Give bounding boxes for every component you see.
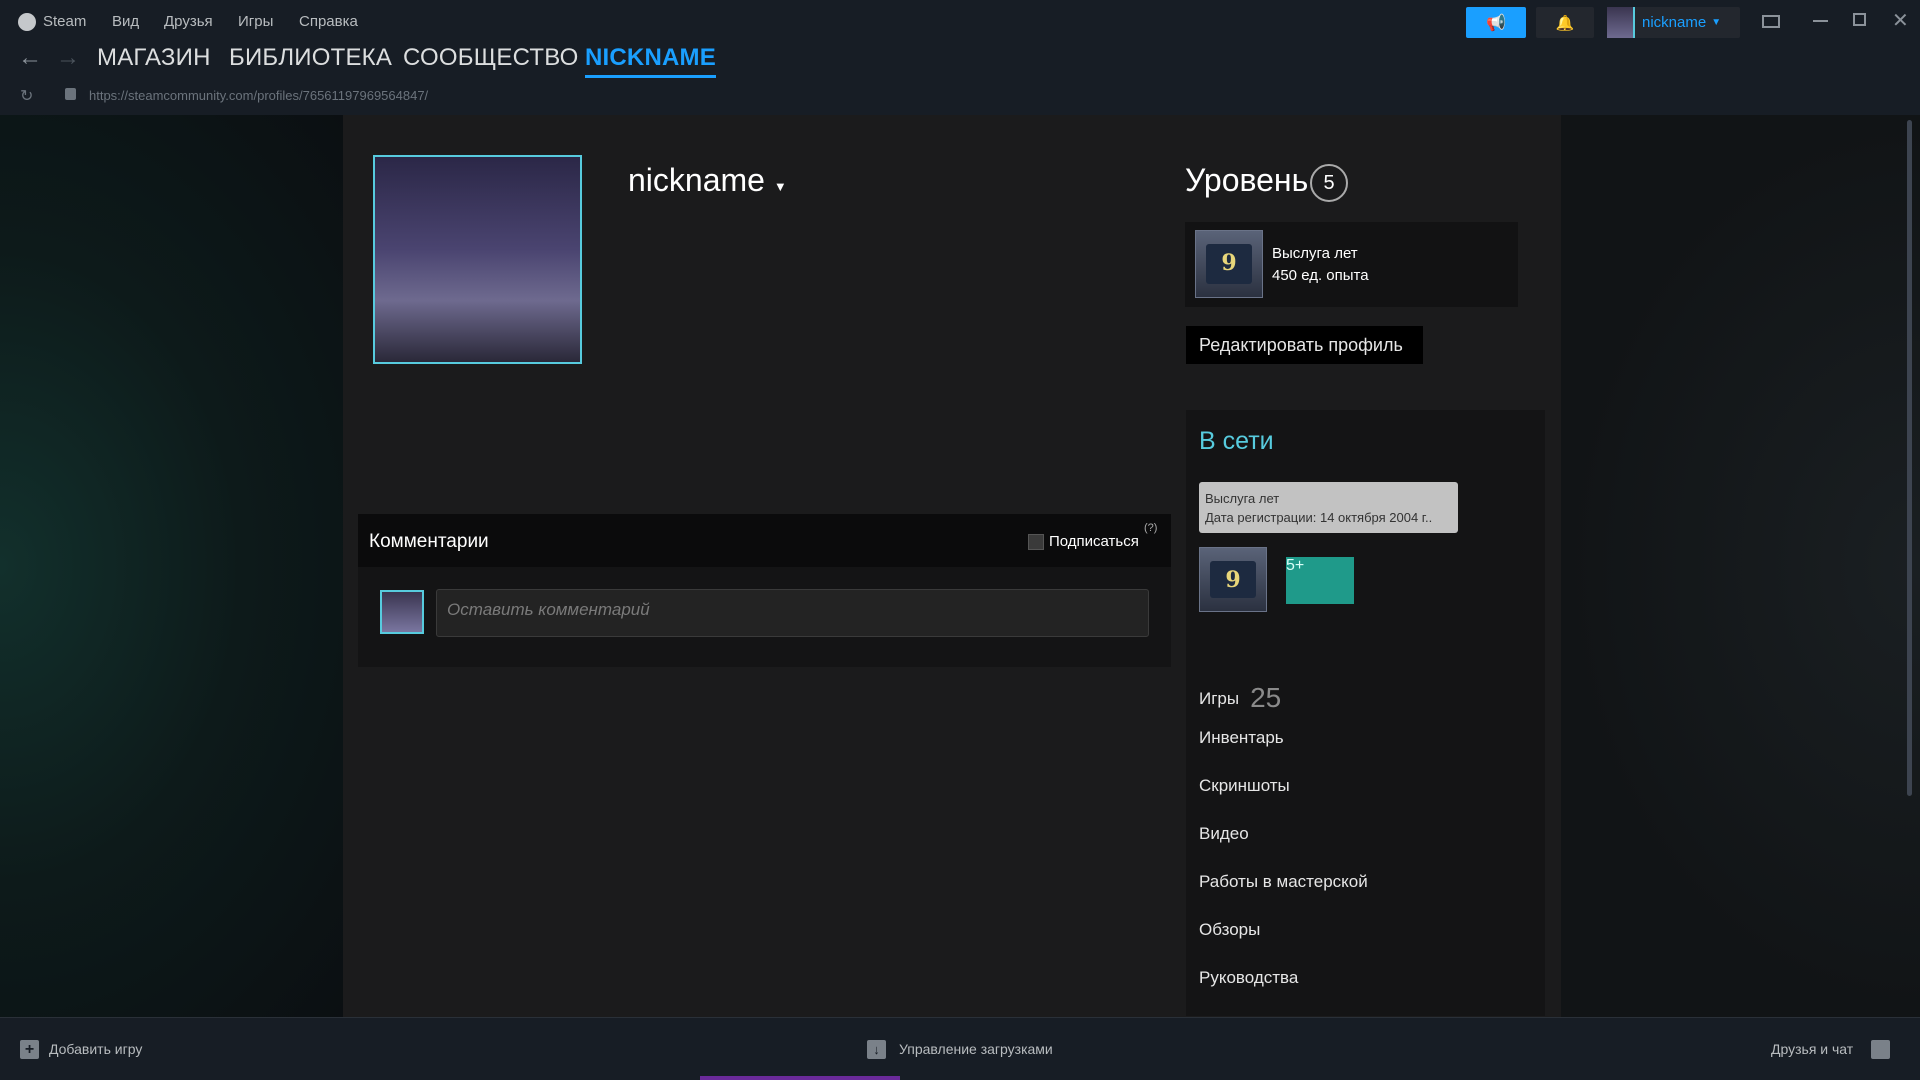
menu-help[interactable]: Справка bbox=[299, 13, 358, 30]
lock-icon bbox=[65, 88, 76, 100]
tooltip-date: Дата регистрации: 14 октября 2004 г.. bbox=[1205, 510, 1433, 525]
subscribe-help-link[interactable]: (?) bbox=[1144, 522, 1157, 534]
reload-icon[interactable]: ↻ bbox=[20, 86, 33, 106]
close-icon[interactable]: ✕ bbox=[1892, 8, 1909, 33]
link-screenshots[interactable]: Скриншоты bbox=[1199, 776, 1290, 796]
caret-down-icon: ▼ bbox=[773, 179, 787, 194]
menu-view[interactable]: Вид bbox=[112, 13, 139, 30]
link-videos[interactable]: Видео bbox=[1199, 824, 1249, 844]
link-workshop[interactable]: Работы в мастерской bbox=[1199, 872, 1368, 892]
notifications-button[interactable]: 🔔 bbox=[1536, 7, 1594, 38]
account-menu-button[interactable]: nickname ▼ bbox=[1607, 7, 1740, 38]
scrollbar[interactable] bbox=[1907, 120, 1912, 796]
profile-name[interactable]: nickname ▼ bbox=[628, 162, 787, 199]
background-right bbox=[1561, 115, 1920, 1017]
friends-chat-button[interactable]: Друзья и чат bbox=[1771, 1041, 1853, 1057]
xp-badge-title: Выслуга лет bbox=[1272, 245, 1358, 262]
friends-chat-icon[interactable] bbox=[1871, 1040, 1890, 1059]
subscribe-checkbox[interactable] bbox=[1028, 534, 1044, 550]
menu-steam[interactable]: Steam bbox=[43, 13, 86, 30]
comment-input[interactable]: Оставить комментарий bbox=[436, 589, 1149, 637]
link-guides[interactable]: Руководства bbox=[1199, 968, 1298, 988]
megaphone-icon: 📢 bbox=[1486, 14, 1506, 32]
url-bar[interactable]: https://steamcommunity.com/profiles/7656… bbox=[89, 88, 428, 103]
level-label: Уровень bbox=[1185, 162, 1309, 198]
menu-friends[interactable]: Друзья bbox=[164, 13, 213, 30]
chevron-down-icon: ▼ bbox=[1711, 17, 1722, 28]
comments-title: Комментарии bbox=[369, 531, 489, 552]
user-avatar bbox=[1607, 7, 1635, 38]
background-left bbox=[0, 115, 343, 1017]
tab-community[interactable]: СООБЩЕСТВО bbox=[403, 44, 578, 72]
profile-name-text: nickname bbox=[628, 162, 765, 198]
level-badge: 5 bbox=[1310, 164, 1348, 202]
tab-store[interactable]: МАГАЗИН bbox=[97, 44, 211, 72]
manage-downloads-button[interactable]: Управление загрузками bbox=[899, 1041, 1053, 1057]
announcements-button[interactable]: 📢 bbox=[1466, 7, 1526, 38]
add-game-button[interactable]: Добавить игру bbox=[49, 1041, 142, 1057]
back-arrow-icon[interactable]: ← bbox=[18, 44, 42, 72]
years-service-badge-icon: 9 bbox=[1195, 230, 1263, 298]
comment-avatar bbox=[380, 590, 424, 634]
link-inventory[interactable]: Инвентарь bbox=[1199, 728, 1284, 748]
xp-badge-xp: 450 ед. опыта bbox=[1272, 267, 1369, 284]
download-progress bbox=[700, 1076, 900, 1080]
add-icon[interactable]: + bbox=[20, 1040, 39, 1059]
edit-profile-button[interactable]: Редактировать профиль bbox=[1186, 326, 1423, 364]
games-count: 25 bbox=[1250, 682, 1282, 713]
tooltip-title: Выслуга лет bbox=[1205, 491, 1280, 506]
tab-profile[interactable]: NICKNAME bbox=[585, 44, 716, 78]
badge-years-service[interactable]: 9 bbox=[1199, 547, 1267, 612]
badge-level-5[interactable]: 5+ bbox=[1286, 557, 1354, 604]
link-games[interactable]: Игры 25 bbox=[1199, 679, 1282, 713]
forward-arrow-icon[interactable]: → bbox=[56, 44, 80, 72]
games-label: Игры bbox=[1199, 689, 1240, 708]
menu-games[interactable]: Игры bbox=[238, 13, 273, 30]
link-reviews[interactable]: Обзоры bbox=[1199, 920, 1260, 940]
subscribe-label[interactable]: Подписаться bbox=[1049, 533, 1139, 550]
restore-icon[interactable] bbox=[1853, 13, 1866, 26]
badge-tooltip: Выслуга лет Дата регистрации: 14 октября… bbox=[1199, 482, 1458, 533]
big-picture-icon[interactable] bbox=[1762, 15, 1780, 28]
tab-library[interactable]: БИБЛИОТЕКА bbox=[229, 44, 392, 72]
username-label: nickname bbox=[1642, 14, 1707, 31]
minimize-icon[interactable] bbox=[1813, 20, 1828, 22]
online-status: В сети bbox=[1199, 427, 1274, 455]
bell-icon: 🔔 bbox=[1555, 14, 1575, 32]
steam-logo-icon bbox=[18, 13, 36, 31]
download-icon[interactable]: ↓ bbox=[867, 1040, 886, 1059]
profile-avatar bbox=[373, 155, 582, 364]
